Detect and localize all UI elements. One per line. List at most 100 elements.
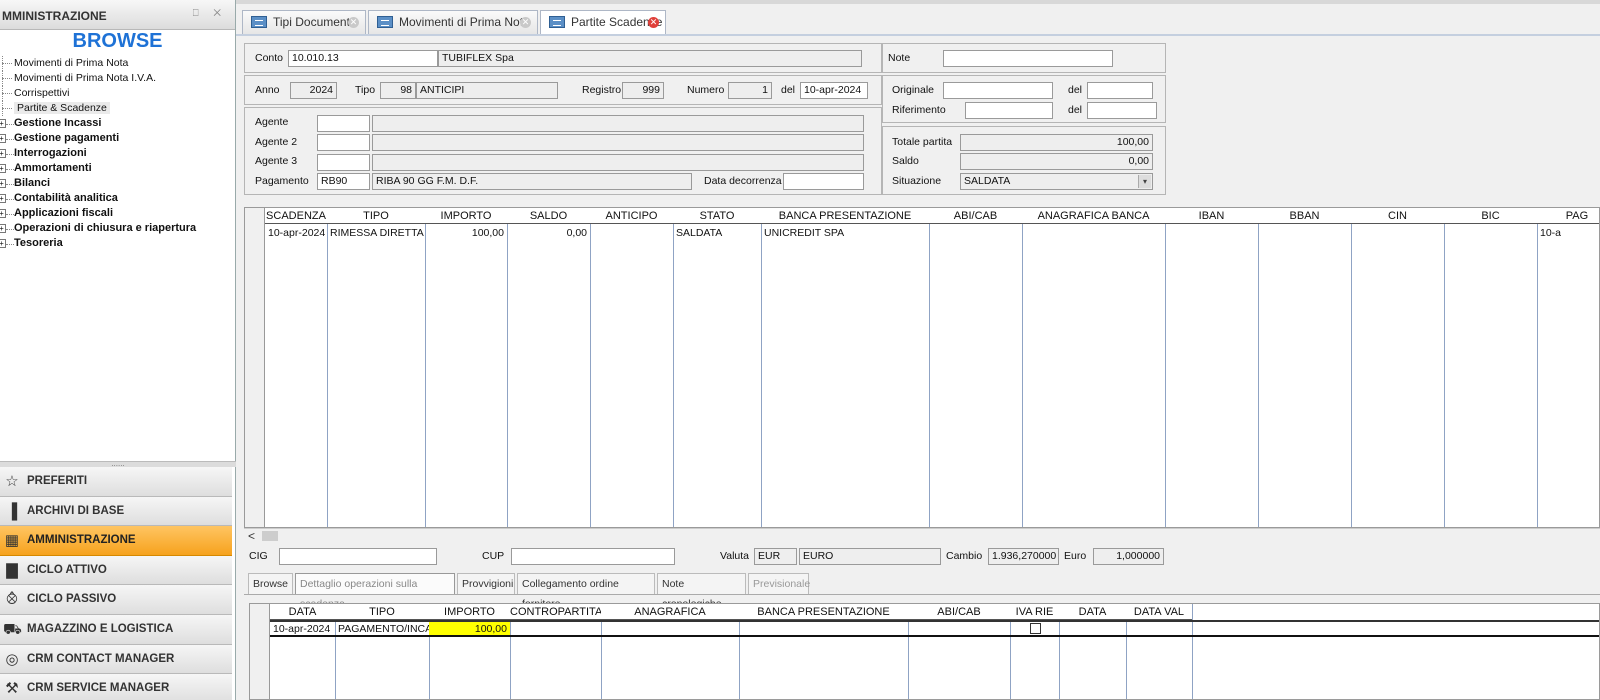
riferimento-field[interactable] (965, 102, 1053, 119)
tab-browse[interactable]: Browse (248, 573, 293, 595)
column-header-banca-presentazione[interactable]: BANCA PRESENTAZIONE (761, 208, 929, 224)
tree-item-operazioni-di-chiusura-e-riapertura[interactable]: + Operazioni di chiusura e riapertura (0, 221, 232, 236)
cell-stato[interactable]: SALDATA (673, 225, 761, 241)
tree-item-applicazioni-fiscali[interactable]: + Applicazioni fiscali (0, 206, 232, 221)
close-icon[interactable]: ✕ (520, 17, 531, 28)
column-header-data-val[interactable]: DATA VAL (1126, 604, 1192, 620)
module-archivi-di-base[interactable]: ▐ ARCHIVI DI BASE (0, 496, 232, 527)
cell-bban[interactable] (1258, 225, 1351, 241)
expand-icon[interactable]: + (0, 209, 14, 218)
expand-icon[interactable]: + (0, 164, 14, 173)
expand-icon[interactable]: + (0, 179, 14, 188)
column-header-tipo[interactable]: TIPO (335, 604, 429, 620)
column-header-bban[interactable]: BBAN (1258, 208, 1351, 224)
column-header-anagrafica[interactable]: ANAGRAFICA (601, 604, 739, 620)
expand-icon[interactable]: + (0, 149, 14, 158)
expand-icon[interactable]: + (0, 194, 14, 203)
cell-importo[interactable]: 100,00 (425, 225, 507, 241)
cell-tipo[interactable]: RIMESSA DIRETTA (327, 225, 425, 241)
situazione-select[interactable]: SALDATA ▾ (960, 173, 1153, 190)
agente-code-field[interactable] (317, 115, 370, 132)
module-ciclo-attivo[interactable]: ▇ CICLO ATTIVO (0, 555, 232, 586)
tab-provvigioni[interactable]: Provvigioni (457, 573, 515, 595)
agente2-code-field[interactable] (317, 134, 370, 151)
cell-iban[interactable] (1165, 225, 1258, 241)
tab-partite-scadenze[interactable]: Partite Scadenze ✕ (540, 10, 666, 34)
tab-collegamento-ordine-fornitore[interactable]: Collegamento ordine fornitore (517, 573, 655, 610)
column-header-abi-cab[interactable]: ABI/CAB (929, 208, 1022, 224)
cell-abi-cab[interactable] (929, 225, 1022, 241)
tree-item-partite-scadenze[interactable]: Partite & Scadenze (0, 101, 232, 116)
expand-icon[interactable]: + (0, 239, 14, 248)
scroll-left-icon[interactable]: < (248, 529, 255, 543)
expand-icon[interactable]: + (0, 224, 14, 233)
column-header-banca-presentazione[interactable]: BANCA PRESENTAZIONE (739, 604, 908, 620)
tree-item-bilanci[interactable]: + Bilanci (0, 176, 232, 191)
tab-tipi-documento[interactable]: Tipi Documento ✕ (242, 10, 366, 34)
cell-scadenza[interactable]: 10-apr-2024 (265, 225, 327, 241)
tree-item-gestione-incassi[interactable]: + Gestione Incassi (0, 116, 232, 131)
tree-item-ammortamenti[interactable]: + Ammortamenti (0, 161, 232, 176)
expand-icon[interactable]: + (0, 134, 14, 143)
column-header-tipo[interactable]: TIPO (327, 208, 425, 224)
column-header-data[interactable]: DATA (270, 604, 335, 620)
conto-code-field[interactable]: 10.010.13 (288, 50, 438, 67)
column-header-data[interactable]: DATA (1059, 604, 1126, 620)
column-header-bic[interactable]: BIC (1444, 208, 1537, 224)
tab-dettaglio-operazioni-sulla-scadenza[interactable]: Dettaglio operazioni sulla scadenza (295, 573, 455, 610)
row-selector-column[interactable] (250, 604, 270, 699)
cell-anticipo[interactable] (590, 225, 673, 241)
del-date-field[interactable]: 10-apr-2024 (800, 82, 868, 99)
cell-cin[interactable] (1351, 225, 1444, 241)
iva-rie-checkbox[interactable] (1030, 623, 1041, 634)
row-selector-column[interactable] (245, 208, 265, 527)
chevron-down-icon[interactable]: ▾ (1138, 175, 1151, 188)
column-header-anagrafica-banca[interactable]: ANAGRAFICA BANCA (1022, 208, 1165, 224)
horizontal-scrollbar[interactable]: < (244, 528, 1600, 543)
tree-item-tesoreria[interactable]: + Tesoreria (0, 236, 232, 251)
module-crm-contact-manager[interactable]: ◎ CRM CONTACT MANAGER (0, 644, 232, 675)
column-header-pag[interactable]: PAG (1537, 208, 1599, 224)
column-header-anticipo[interactable]: ANTICIPO (590, 208, 673, 224)
module-amministrazione[interactable]: ▦ AMMINISTRAZIONE (0, 526, 232, 556)
data-decorrenza-field[interactable] (783, 173, 864, 190)
column-header-scadenza[interactable]: SCADENZA (265, 208, 327, 224)
cup-field[interactable] (511, 548, 675, 565)
tree-item-gestione-pagamenti[interactable]: + Gestione pagamenti (0, 131, 232, 146)
column-header-contropartita[interactable]: CONTROPARTITA (510, 604, 601, 620)
tree-item-movimenti-di-prima-nota-i-v-a[interactable]: Movimenti di Prima Nota I.V.A. (0, 71, 232, 86)
expand-icon[interactable]: + (0, 119, 14, 128)
column-header-iva-rie[interactable]: IVA RIE (1010, 604, 1059, 620)
tree-item-corrispettivi[interactable]: Corrispettivi (0, 86, 232, 101)
agente3-code-field[interactable] (317, 154, 370, 171)
tree-item-contabilit-analitica[interactable]: + Contabilità analitica (0, 191, 232, 206)
originale-field[interactable] (943, 82, 1053, 99)
cell-banca-presentazione[interactable]: UNICREDIT SPA (761, 225, 929, 241)
cig-field[interactable] (279, 548, 437, 565)
tab-movimenti-prima-nota[interactable]: Movimenti di Prima Nota ✕ (368, 10, 538, 34)
close-icon[interactable]: ✕ (348, 17, 359, 28)
column-header-cin[interactable]: CIN (1351, 208, 1444, 224)
riferimento-del-field[interactable] (1087, 102, 1157, 119)
pagamento-code-field[interactable]: RB90 (317, 173, 370, 190)
close-icon[interactable]: ✕ (648, 17, 659, 28)
column-header-saldo[interactable]: SALDO (507, 208, 590, 224)
module-preferiti[interactable]: ☆ PREFERITI (0, 467, 232, 497)
column-header-stato[interactable]: STATO (673, 208, 761, 224)
panel-window-buttons[interactable]: ⎕ ✕ (193, 8, 227, 19)
tab-note-cronologiche[interactable]: Note cronologiche (657, 573, 746, 610)
cell-anagrafica-banca[interactable] (1022, 225, 1165, 241)
module-ciclo-passivo[interactable]: ⨶ CICLO PASSIVO (0, 585, 232, 615)
column-header-iban[interactable]: IBAN (1165, 208, 1258, 224)
cell-pag[interactable]: 10-a (1537, 225, 1599, 241)
column-header-importo[interactable]: IMPORTO (429, 604, 510, 620)
tree-item-interrogazioni[interactable]: + Interrogazioni (0, 146, 232, 161)
module-magazzino-e-logistica[interactable]: ⛟ MAGAZZINO E LOGISTICA (0, 614, 232, 645)
cell-bic[interactable] (1444, 225, 1537, 241)
scrollbar-thumb[interactable] (262, 531, 278, 541)
cell-saldo[interactable]: 0,00 (507, 225, 590, 241)
column-header-importo[interactable]: IMPORTO (425, 208, 507, 224)
note-field[interactable] (943, 50, 1113, 67)
column-header-abi-cab[interactable]: ABI/CAB (908, 604, 1010, 620)
module-crm-service-manager[interactable]: ⚒ CRM SERVICE MANAGER (0, 674, 232, 700)
